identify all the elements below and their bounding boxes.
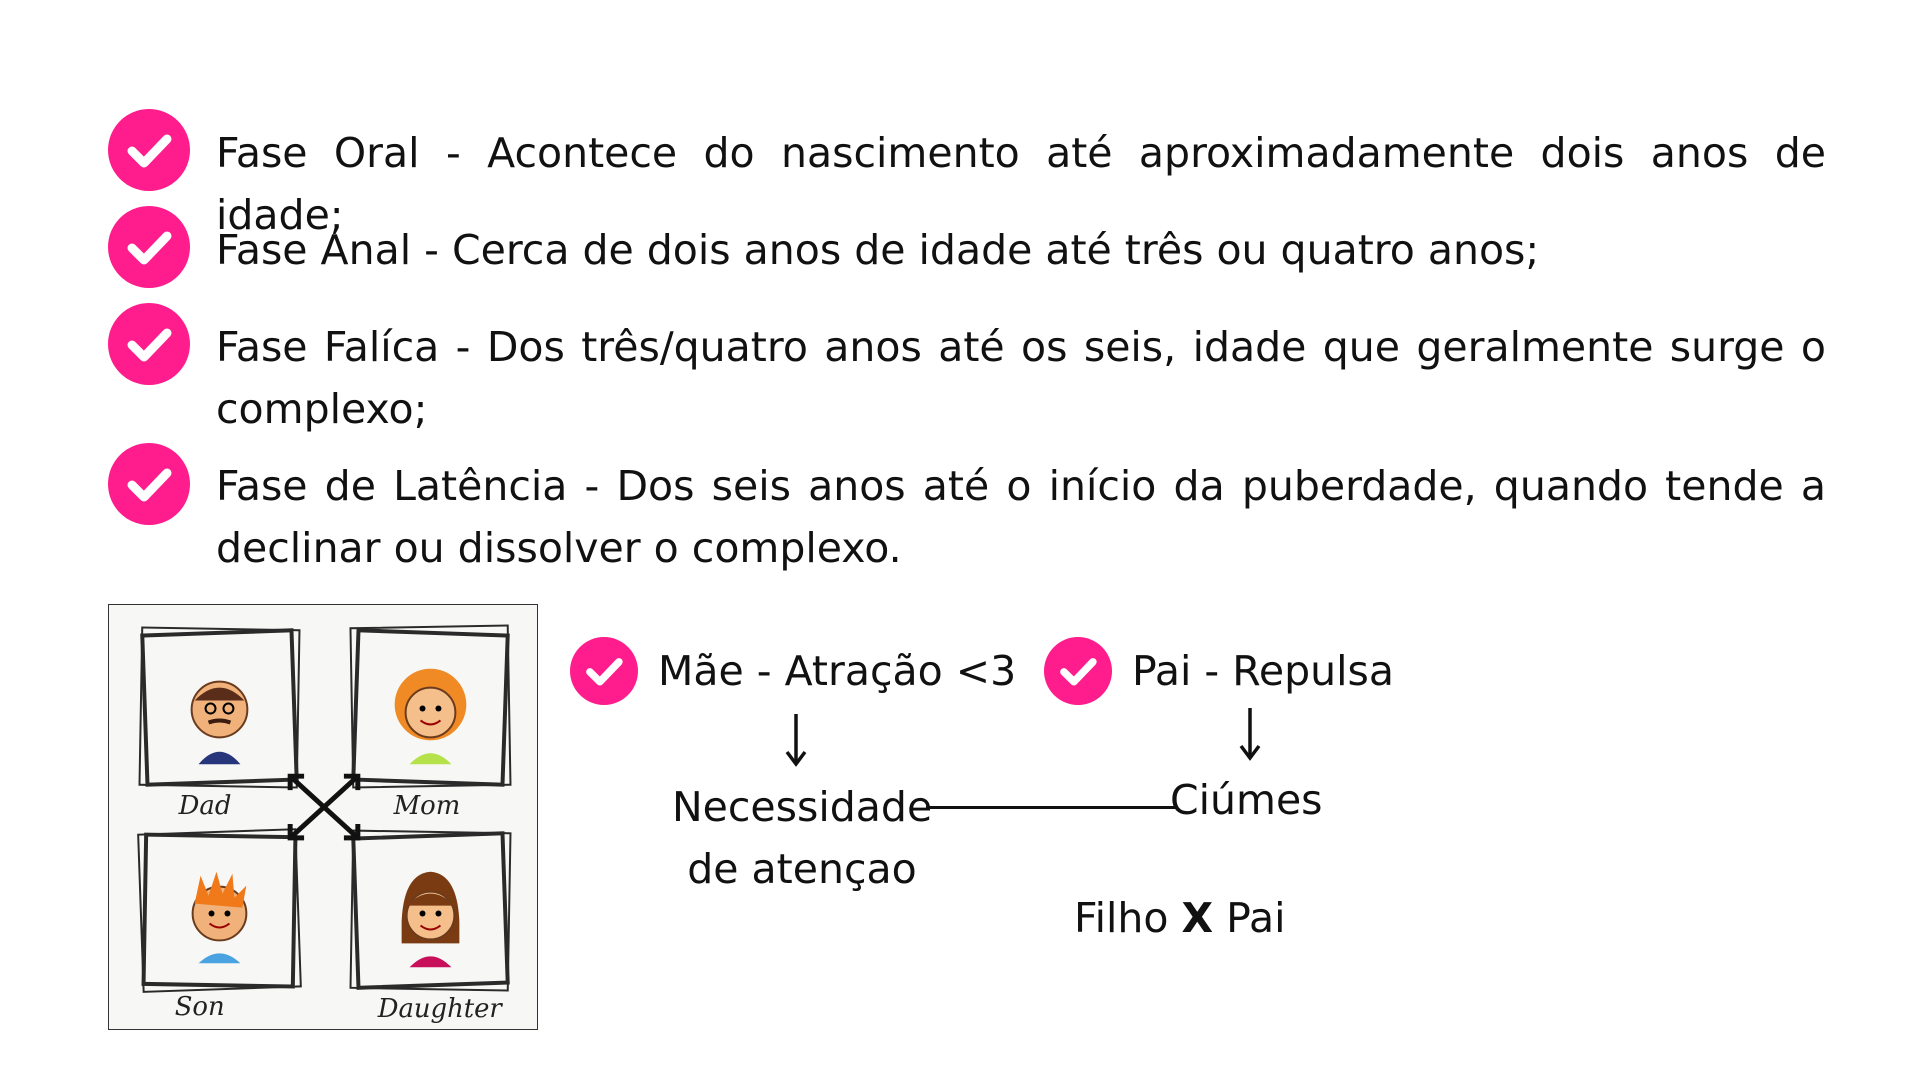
connector-line <box>926 806 1178 809</box>
cross-arrows <box>287 773 361 841</box>
filho-word: Filho <box>1074 894 1169 942</box>
necessidade-line1: Necessidade <box>672 783 933 831</box>
phase-falica-text: Fase Falíca - Dos três/quatro anos até o… <box>216 323 1826 433</box>
arrow-down-icon <box>1239 708 1261 761</box>
x-mark: X <box>1181 894 1214 942</box>
necessidade-label: Necessidade de atençao <box>672 782 932 894</box>
pai-word: Pai <box>1226 894 1286 942</box>
filho-x-pai: Filho X Pai <box>1074 893 1286 943</box>
daughter-face <box>401 871 460 968</box>
check-circle-icon <box>1044 637 1112 705</box>
daughter-label: Daughter <box>377 994 504 1024</box>
check-circle-icon <box>570 637 638 705</box>
phase-latencia-text: Fase de Latência - Dos seis anos até o i… <box>216 462 1826 572</box>
family-illustration: Dad Mom Son Daughter <box>108 604 538 1030</box>
check-circle-icon <box>108 303 190 385</box>
mom-face <box>394 668 467 765</box>
check-circle-icon <box>108 206 190 288</box>
dad-label: Dad <box>178 791 232 821</box>
ciumes-label: Ciúmes <box>1170 776 1323 824</box>
mae-atracao-label: Mãe - Atração <3 <box>658 647 1017 695</box>
arrow-down-icon <box>785 714 807 767</box>
check-circle-icon <box>108 443 190 525</box>
dad-face <box>190 680 249 765</box>
phase-anal-text: Fase Anal - Cerca de dois anos de idade … <box>216 226 1540 274</box>
pai-repulsa-label: Pai - Repulsa <box>1132 647 1395 695</box>
mom-label: Mom <box>393 791 461 821</box>
son-face <box>191 871 248 964</box>
son-label: Son <box>175 992 225 1022</box>
check-circle-icon <box>108 109 190 191</box>
necessidade-line2: de atençao <box>687 845 917 893</box>
